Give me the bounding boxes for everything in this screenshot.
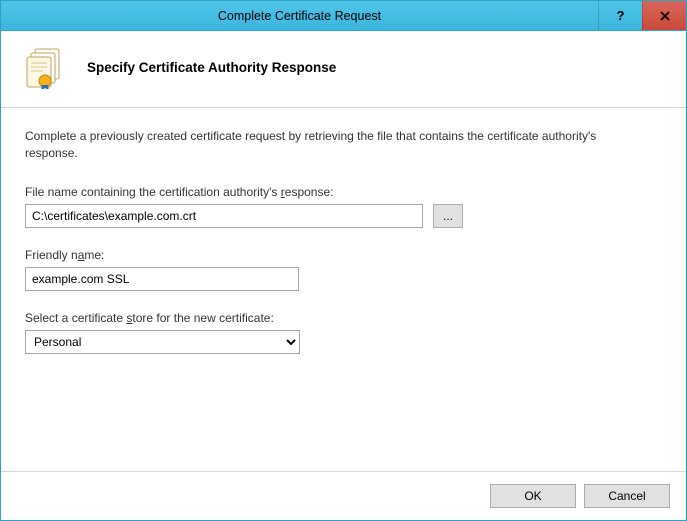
browse-button[interactable]: ... <box>433 204 463 228</box>
friendly-label: Friendly name: <box>25 248 662 262</box>
file-label: File name containing the certification a… <box>25 185 662 199</box>
title-bar: Complete Certificate Request ? <box>1 1 686 31</box>
ok-button[interactable]: OK <box>490 484 576 508</box>
help-icon: ? <box>617 8 625 23</box>
ellipsis-icon: ... <box>443 209 453 223</box>
dialog-header: Specify Certificate Authority Response <box>1 31 686 107</box>
file-field-group: File name containing the certification a… <box>25 185 662 228</box>
dialog-window: Complete Certificate Request ? <box>0 0 687 521</box>
certificate-icon <box>25 45 69 89</box>
file-path-input[interactable] <box>25 204 423 228</box>
friendly-name-input[interactable] <box>25 267 299 291</box>
help-button[interactable]: ? <box>598 1 642 30</box>
friendly-field-group: Friendly name: <box>25 248 662 291</box>
dialog-footer: OK Cancel <box>1 471 686 520</box>
store-field-group: Select a certificate store for the new c… <box>25 311 662 354</box>
close-icon <box>659 10 671 22</box>
intro-text: Complete a previously created certificat… <box>25 128 625 163</box>
close-button[interactable] <box>642 1 686 30</box>
window-title: Complete Certificate Request <box>1 1 598 30</box>
cancel-button[interactable]: Cancel <box>584 484 670 508</box>
dialog-content: Complete a previously created certificat… <box>1 108 686 471</box>
store-label: Select a certificate store for the new c… <box>25 311 662 325</box>
certificate-store-select[interactable]: Personal <box>25 330 300 354</box>
dialog-heading: Specify Certificate Authority Response <box>87 60 336 75</box>
title-bar-buttons: ? <box>598 1 686 30</box>
file-row: ... <box>25 204 662 228</box>
